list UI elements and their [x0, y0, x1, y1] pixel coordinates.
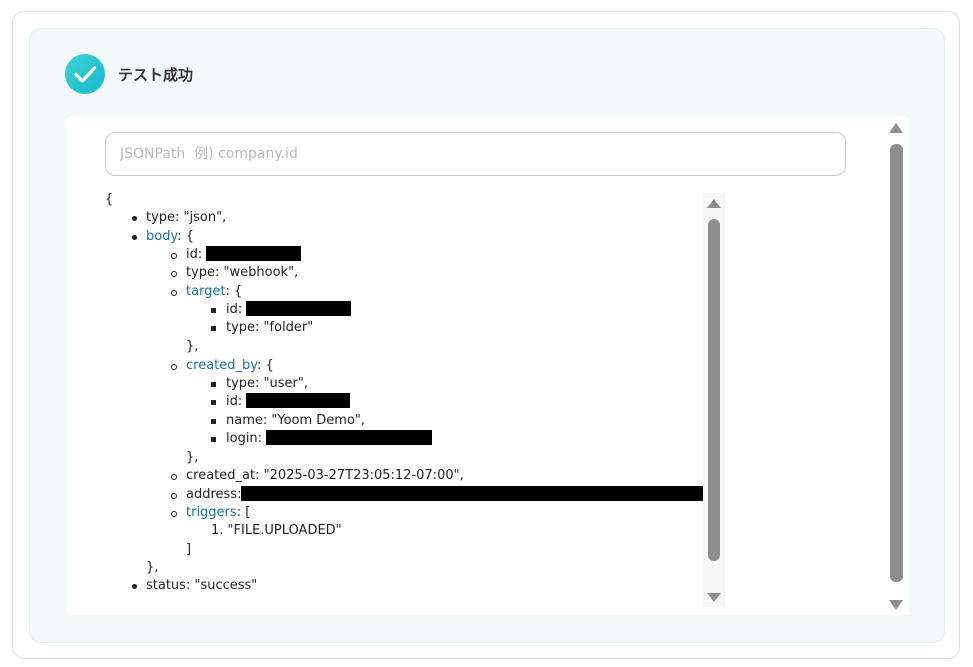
created-by-close: }, — [186, 450, 199, 465]
bullet — [171, 253, 177, 259]
redacted-value — [206, 246, 302, 261]
redacted-value — [241, 486, 708, 501]
redacted-value — [246, 301, 352, 316]
inner-scrollbar[interactable] — [703, 193, 725, 607]
bullet — [132, 216, 137, 221]
body-open: : { — [177, 229, 195, 244]
bullet — [211, 382, 216, 387]
id-label: id: — [226, 302, 243, 317]
type-webhook-line: type: "webhook", — [186, 265, 299, 280]
bullet — [211, 308, 216, 313]
cb-type-line: type: "user", — [226, 376, 308, 391]
trigger-item: 1. "FILE.UPLOADED" — [211, 523, 342, 538]
cb-id-line: id: — [226, 393, 351, 411]
created-at-line: created_at: "2025-03-27T23:05:12-07:00", — [186, 468, 464, 483]
id-label: id: — [186, 247, 203, 262]
bullet — [171, 271, 177, 277]
cb-login-line: login: — [226, 430, 433, 448]
jsonpath-search-input[interactable] — [105, 132, 846, 176]
address-label: address: — [186, 487, 242, 502]
bullet — [171, 474, 177, 480]
redacted-value — [246, 393, 351, 408]
triggers-line: triggers: [ — [186, 504, 250, 522]
bullet — [171, 290, 177, 296]
triggers-open: : [ — [236, 505, 251, 520]
target-type-line: type: "folder" — [226, 320, 314, 335]
bullet — [171, 511, 177, 517]
redacted-value — [266, 430, 433, 445]
open-brace: { — [105, 192, 114, 207]
target-key[interactable]: target — [186, 284, 226, 299]
scroll-down-arrow-icon[interactable] — [707, 593, 721, 602]
target-open: : { — [225, 284, 243, 299]
triggers-close: ] — [186, 542, 192, 557]
status-title: テスト成功 — [118, 66, 194, 84]
bullet — [132, 235, 137, 240]
type-line: type: "json", — [146, 210, 227, 225]
bullet — [211, 419, 216, 424]
target-id-line: id: — [226, 301, 352, 319]
address-line: address: — [186, 486, 708, 504]
login-label: login: — [226, 431, 263, 446]
outer-scrollbar[interactable] — [884, 118, 909, 615]
body-line: body: { — [146, 228, 194, 246]
body-id-line: id: — [186, 246, 302, 264]
status-line: status: "success" — [146, 578, 258, 593]
created-by-open: : { — [257, 358, 274, 373]
triggers-key[interactable]: triggers — [186, 505, 237, 520]
bullet — [211, 326, 216, 331]
target-close: }, — [186, 339, 199, 354]
cb-name-line: name: "Yoom Demo", — [226, 413, 366, 428]
scroll-down-arrow-icon[interactable] — [889, 600, 903, 610]
inner-scroll-thumb[interactable] — [708, 219, 720, 561]
id-label: id: — [226, 394, 243, 409]
body-key[interactable]: body — [146, 229, 177, 244]
created-by-line: created_by: { — [186, 357, 274, 375]
bullet — [211, 437, 216, 442]
created-by-key[interactable]: created_by — [186, 358, 257, 373]
bullet — [211, 400, 216, 405]
check-icon — [65, 54, 105, 94]
bullet — [171, 493, 177, 499]
bullet — [171, 364, 177, 370]
json-tree: { type: "json", body: { id: type: "webho… — [105, 191, 708, 601]
outer-scroll-thumb[interactable] — [890, 144, 903, 582]
body-close: }, — [146, 560, 159, 575]
target-line: target: { — [186, 283, 242, 301]
scroll-up-arrow-icon[interactable] — [707, 199, 721, 208]
bullet — [132, 584, 137, 589]
scroll-up-arrow-icon[interactable] — [889, 123, 903, 133]
